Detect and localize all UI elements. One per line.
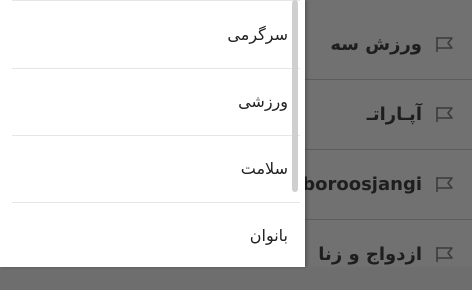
list-item-label: boroosjangi xyxy=(302,174,422,195)
flag-icon xyxy=(436,247,453,262)
drawer-item-label: سرگرمی xyxy=(227,25,288,44)
drawer-item-health[interactable]: سلامت xyxy=(12,136,302,202)
drawer-item-entertainment[interactable]: سرگرمی xyxy=(12,2,302,68)
flag-icon xyxy=(436,177,453,192)
flag-icon xyxy=(436,107,453,122)
drawer-scrollbar[interactable] xyxy=(292,0,298,192)
navigation-drawer: سرگرمی ورزشی سلامت بانوان xyxy=(0,0,305,267)
list-item-label: ازدواج و زنا xyxy=(318,244,422,265)
list-item-label: ورزش سه xyxy=(330,34,422,55)
drawer-item-label: ورزشی xyxy=(238,92,288,111)
flag-icon xyxy=(436,37,453,52)
divider xyxy=(12,0,300,1)
drawer-item-sports[interactable]: ورزشی xyxy=(12,69,302,135)
drawer-item-women[interactable]: بانوان xyxy=(12,203,302,269)
list-item-label: آپـاراتـ xyxy=(366,104,422,125)
drawer-item-label: سلامت xyxy=(240,159,288,178)
drawer-item-label: بانوان xyxy=(249,226,288,245)
